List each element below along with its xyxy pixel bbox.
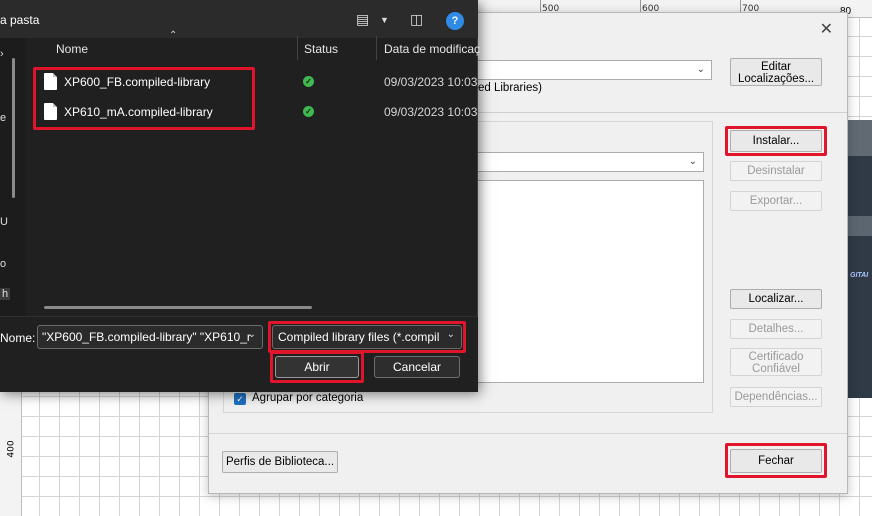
nav-item-glyph: e <box>0 112 7 124</box>
details-button[interactable]: Detalhes... <box>730 319 822 339</box>
column-header-date[interactable]: Data de modificaç <box>384 42 480 56</box>
ruler-label: 400 <box>6 440 17 458</box>
nav-item-glyph: U <box>0 216 8 228</box>
locate-button[interactable]: Localizar... <box>730 289 822 309</box>
edit-locations-label: Editar Localizações... <box>737 61 815 85</box>
library-profiles-button[interactable]: Perfis de Biblioteca... <box>222 451 338 473</box>
dependencies-button[interactable]: Dependências... <box>730 387 822 407</box>
file-type-value: Compiled library files (*.compil <box>278 330 440 344</box>
library-profiles-label: Perfis de Biblioteca... <box>225 456 335 468</box>
chevron-down-icon: ⌄ <box>247 329 256 340</box>
file-icon <box>44 73 57 90</box>
export-label: Exportar... <box>749 195 803 207</box>
file-date: 09/03/2023 10:03 <box>384 75 478 89</box>
nav-item-glyph: h <box>0 288 11 300</box>
dependencies-label: Dependências... <box>734 391 818 403</box>
filename-label: Nome: <box>0 331 36 345</box>
nav-item-glyph: o <box>0 258 7 270</box>
open-button[interactable]: Abrir <box>275 356 359 378</box>
column-header-name[interactable]: Nome <box>56 42 88 56</box>
details-label: Detalhes... <box>748 323 804 335</box>
file-row[interactable]: XP600_FB.compiled-library ✓ 09/03/2023 1… <box>30 68 478 96</box>
file-name: XP600_FB.compiled-library <box>64 75 211 89</box>
cancel-label: Cancelar <box>392 360 442 374</box>
background-image-strip: GITAI <box>848 120 872 398</box>
synced-status-icon: ✓ <box>303 76 314 87</box>
filename-value: "XP600_FB.compiled-library" "XP610_r <box>42 330 251 344</box>
file-type-select[interactable]: Compiled library files (*.compil ⌄ <box>272 325 462 349</box>
install-label: Instalar... <box>752 135 800 147</box>
left-ruler: 400 <box>0 392 22 516</box>
uninstall-label: Desinstalar <box>747 165 805 177</box>
file-icon <box>44 103 57 120</box>
file-name: XP610_mA.compiled-library <box>64 105 213 119</box>
strip-text: GITAI <box>850 272 869 279</box>
nav-item-glyph: › <box>0 48 4 60</box>
chevron-down-icon: ⌄ <box>688 156 697 167</box>
close-icon[interactable]: ✕ <box>820 19 833 39</box>
breadcrumb[interactable]: a pasta <box>0 13 39 27</box>
file-open-dialog: a pasta ▤ ▼ ◫ ? › e U o h ⌃ Nome Status … <box>0 0 480 392</box>
file-date: 09/03/2023 10:03 <box>384 105 478 119</box>
file-row[interactable]: XP610_mA.compiled-library ✓ 09/03/2023 1… <box>30 98 478 126</box>
filename-input[interactable]: "XP600_FB.compiled-library" "XP610_r ⌄ <box>37 325 263 349</box>
horizontal-scrollbar[interactable] <box>44 306 312 309</box>
group-by-category-label: Agrupar por categoria <box>252 392 364 404</box>
column-header-status[interactable]: Status <box>304 42 338 56</box>
sort-ascending-icon: ⌃ <box>169 30 178 41</box>
trusted-certificate-button[interactable]: Certificado Confiável <box>730 348 822 376</box>
trusted-certificate-label: Certificado Confiável <box>748 351 804 375</box>
view-list-icon[interactable]: ▤ <box>356 11 369 28</box>
help-icon[interactable]: ? <box>446 12 464 30</box>
chevron-down-icon: ⌄ <box>446 329 455 340</box>
open-label: Abrir <box>304 360 330 374</box>
library-filter-select[interactable]: ⌄ <box>470 152 704 172</box>
group-by-category-checkbox[interactable]: ✓ <box>234 393 246 405</box>
nav-scrollbar[interactable] <box>12 58 15 198</box>
library-list[interactable] <box>470 180 704 383</box>
install-button[interactable]: Instalar... <box>730 130 822 152</box>
uninstall-button[interactable]: Desinstalar <box>730 161 822 181</box>
cancel-button[interactable]: Cancelar <box>374 356 460 378</box>
chevron-down-icon: ⌄ <box>696 64 705 75</box>
close-label: Fechar <box>758 455 794 467</box>
preview-pane-icon[interactable]: ◫ <box>410 11 423 28</box>
locate-label: Localizar... <box>748 293 804 305</box>
location-select[interactable]: ⌄ <box>470 60 712 80</box>
edit-locations-button[interactable]: Editar Localizações... <box>730 58 822 86</box>
synced-status-icon: ✓ <box>303 106 314 117</box>
dialog-toolbar: a pasta ▤ ▼ ◫ ? <box>0 0 478 38</box>
export-button[interactable]: Exportar... <box>730 191 822 211</box>
libraries-path-text: ed Libraries) <box>478 82 542 94</box>
chevron-down-icon[interactable]: ▼ <box>380 15 389 25</box>
close-button[interactable]: Fechar <box>730 449 822 473</box>
